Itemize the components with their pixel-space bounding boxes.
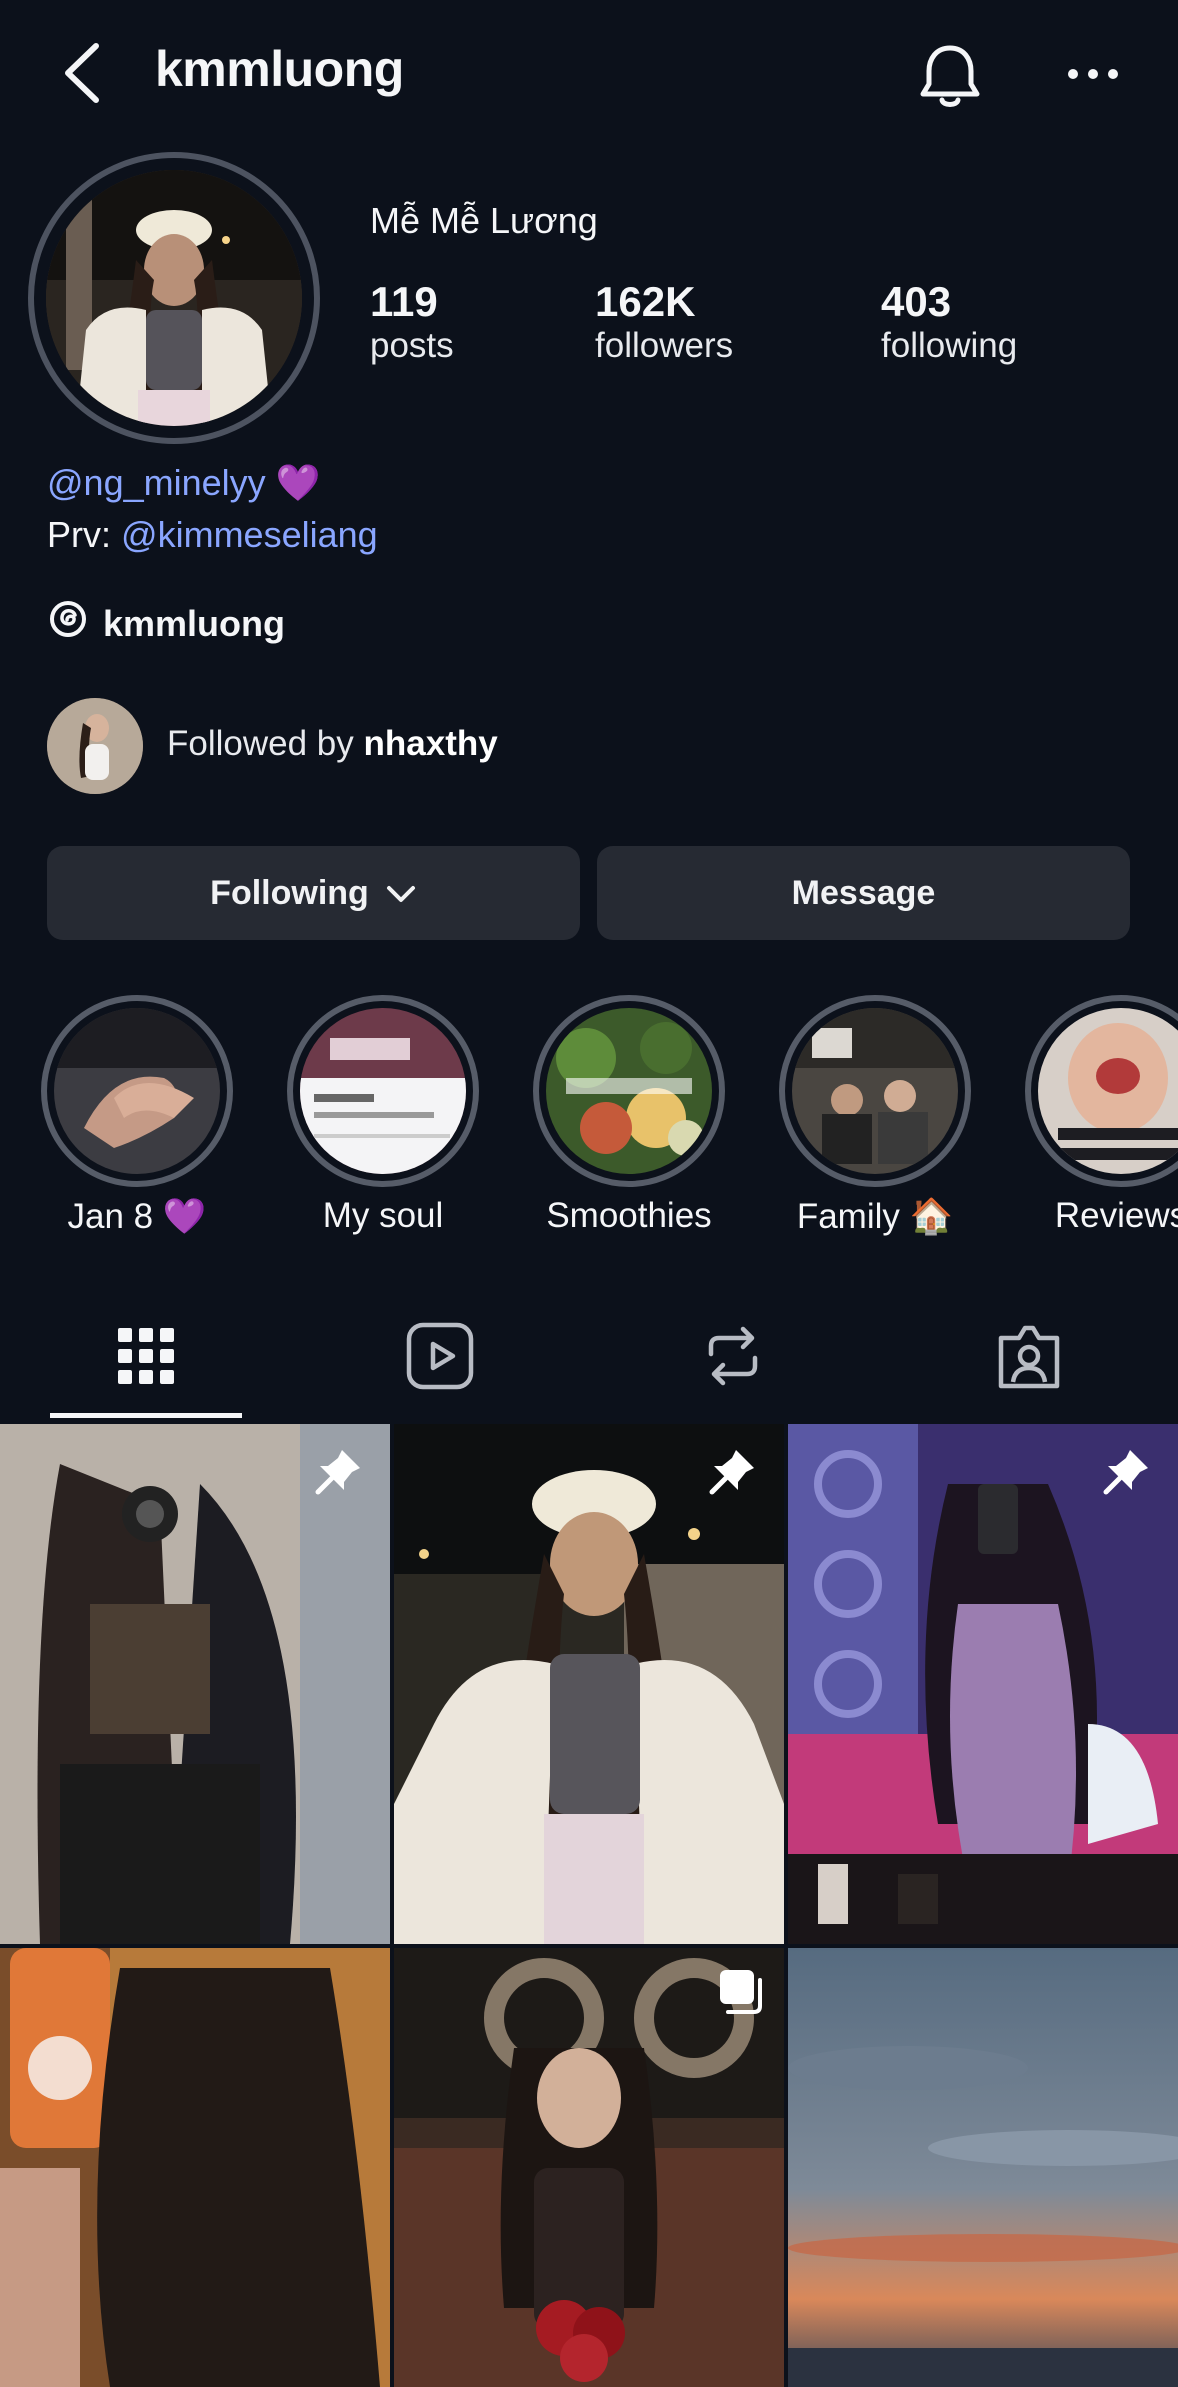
message-button-label: Message (791, 873, 936, 912)
following-button[interactable]: Following (47, 846, 580, 940)
message-button[interactable]: Message (597, 846, 1130, 940)
reposts-tab-icon[interactable] (697, 1320, 769, 1392)
profile-page: kmmluong Mễ Mễ Lương 119 posts 162K foll… (0, 0, 1178, 2387)
highlight-family-thumbnail[interactable] (792, 1008, 958, 1174)
bio-mention-link[interactable]: @ng_minelyy (47, 462, 266, 503)
grid-post[interactable] (788, 1424, 1178, 1944)
highlight-label: Jan 8 💜 (67, 1197, 207, 1236)
bio-prefix: Prv: (47, 514, 112, 555)
pinned-icon (1100, 1444, 1154, 1498)
grid-post[interactable] (394, 1948, 784, 2387)
highlight-label: My soul (322, 1196, 444, 1235)
pinned-icon (706, 1444, 760, 1498)
bio-private-link[interactable]: @kimmeseliang (121, 514, 378, 555)
grid-tab-icon[interactable] (110, 1320, 182, 1392)
stat-posts[interactable]: 119 posts (370, 278, 454, 366)
grid-post[interactable] (0, 1948, 390, 2387)
header-username: kmmluong (155, 41, 404, 97)
highlight-label: Smoothies (546, 1196, 712, 1235)
back-arrow-icon[interactable] (58, 38, 108, 108)
followed-by-text[interactable]: Followed by nhaxthy (167, 724, 498, 764)
mutual-follower-avatar[interactable] (47, 698, 143, 794)
bio-line-2: Prv: @kimmeseliang (47, 514, 378, 556)
grid-post[interactable] (788, 1948, 1178, 2387)
tagged-tab-icon[interactable] (993, 1320, 1065, 1392)
highlight-smoothies-thumbnail[interactable] (546, 1008, 712, 1174)
bio-line-1: @ng_minelyy 💜 (47, 462, 320, 504)
chevron-down-icon (385, 874, 417, 913)
threads-badge[interactable]: kmmluong (47, 598, 285, 649)
stat-followers[interactable]: 162K followers (595, 278, 733, 366)
threads-handle: kmmluong (103, 602, 286, 644)
more-options-icon[interactable] (1066, 54, 1120, 94)
followed-by-prefix: Followed by (167, 724, 354, 763)
stat-posts-label: posts (370, 326, 454, 365)
pinned-icon (312, 1444, 366, 1498)
grid-post[interactable] (0, 1424, 390, 1944)
grid-post[interactable] (394, 1424, 784, 1944)
followed-by-name: nhaxthy (363, 724, 498, 763)
highlight-label: Reviews (1054, 1196, 1178, 1235)
stat-following[interactable]: 403 following (881, 278, 1017, 366)
highlight-mysoul-thumbnail[interactable] (300, 1008, 466, 1174)
stat-following-label: following (881, 326, 1018, 365)
purple-heart-emoji: 💜 (275, 462, 321, 503)
following-button-label: Following (210, 873, 369, 912)
profile-full-name: Mễ Mễ Lương (370, 200, 598, 241)
profile-avatar[interactable] (46, 170, 302, 426)
highlight-jan8-thumbnail[interactable] (54, 1008, 220, 1174)
stat-followers-label: followers (595, 326, 734, 365)
stat-posts-value: 119 (370, 278, 438, 325)
highlight-label: Family 🏠 (796, 1197, 954, 1236)
active-tab-indicator (50, 1413, 242, 1418)
reels-tab-icon[interactable] (404, 1320, 476, 1392)
bell-icon[interactable] (912, 38, 988, 114)
stat-following-value: 403 (881, 278, 952, 325)
carousel-icon (714, 1966, 766, 2018)
threads-icon (47, 598, 89, 649)
stat-followers-value: 162K (595, 278, 696, 325)
